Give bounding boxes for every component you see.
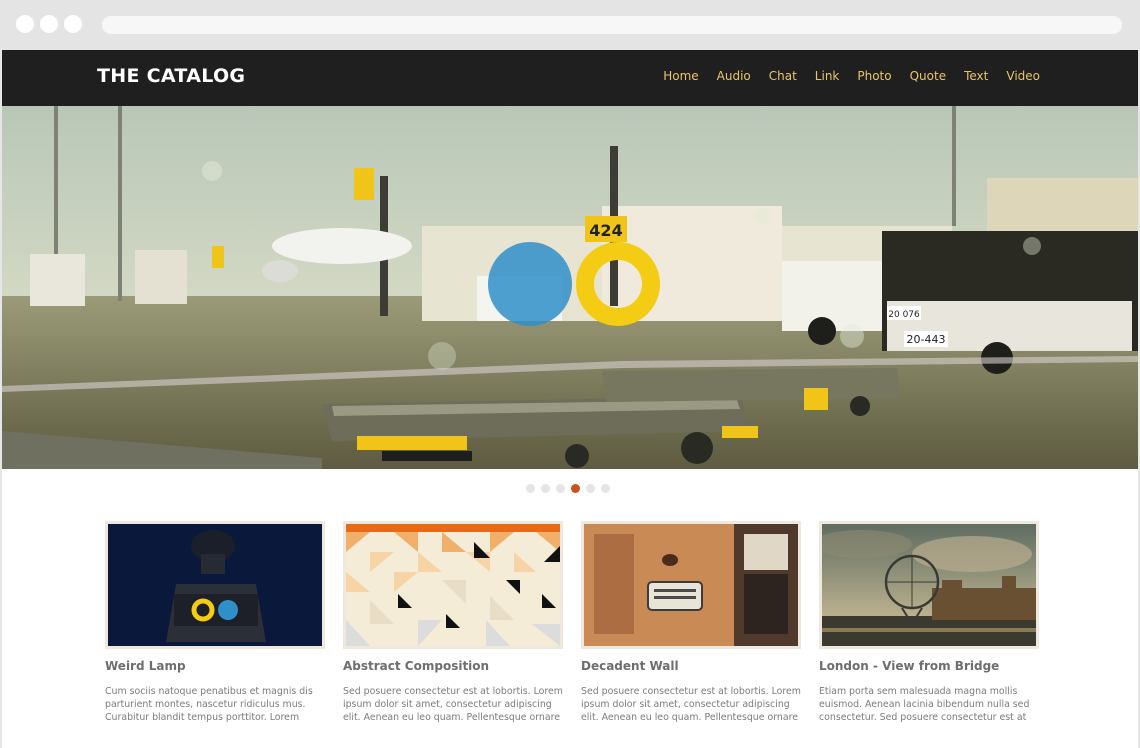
post-excerpt: Cum sociis natoque penatibus et magnis d… [105,686,313,723]
pager-dot[interactable] [601,484,610,493]
post-title[interactable]: Weird Lamp [105,659,325,673]
site-header: THE CATALOG Home Audio Chat Link Photo Q… [2,50,1138,106]
london-bridge-image [822,524,1036,646]
pager-dot[interactable] [556,484,565,493]
post-title[interactable]: Decadent Wall [581,659,801,673]
post-thumbnail[interactable] [581,521,801,649]
lamp-image [108,524,322,646]
post-excerpt: Etiam porta sem malesuada magna mollis e… [819,686,1030,723]
post-card: Decadent Wall Sed posuere consectetur es… [581,521,801,724]
post-title[interactable]: London - View from Bridge [819,659,1039,673]
post-card: London - View from Bridge Etiam porta se… [819,521,1039,724]
post-card: Weird Lamp Cum sociis natoque penatibus … [105,521,325,724]
address-bar[interactable] [102,16,1122,34]
site-title[interactable]: THE CATALOG [97,65,245,87]
nav-video[interactable]: Video [1006,69,1040,83]
pager-dot[interactable] [526,484,535,493]
main-nav: Home Audio Chat Link Photo Quote Text Vi… [663,69,1040,83]
pager-dot-active[interactable] [571,484,580,493]
slider-pager [526,484,610,493]
window-close-dot[interactable] [16,15,34,33]
window-minimize-dot[interactable] [40,15,58,33]
nav-text[interactable]: Text [964,69,988,83]
post-thumbnail[interactable] [343,521,563,649]
nav-photo[interactable]: Photo [857,69,891,83]
post-thumbnail[interactable] [105,521,325,649]
post-title[interactable]: Abstract Composition [343,659,563,673]
hero-image: 424 20 076 20-443 [2,106,1138,469]
svg-text:20-443: 20-443 [907,333,946,346]
page-viewport: THE CATALOG Home Audio Chat Link Photo Q… [2,50,1138,748]
decadent-wall-image [584,524,798,646]
post-thumbnail[interactable] [819,521,1039,649]
post-excerpt: Sed posuere consectetur est at lobortis.… [581,686,801,723]
pager-dot[interactable] [541,484,550,493]
abstract-composition-image [346,524,560,646]
svg-text:424: 424 [589,221,622,240]
nav-link[interactable]: Link [815,69,840,83]
nav-home[interactable]: Home [663,69,698,83]
nav-audio[interactable]: Audio [717,69,751,83]
blue-circle-icon [488,242,572,326]
nav-chat[interactable]: Chat [769,69,797,83]
window-zoom-dot[interactable] [64,15,82,33]
browser-chrome [0,0,1140,50]
post-card: Abstract Composition Sed posuere consect… [343,521,563,724]
pager-dot[interactable] [586,484,595,493]
post-excerpt: Sed posuere consectetur est at lobortis.… [343,686,563,723]
nav-quote[interactable]: Quote [910,69,946,83]
hero-slider[interactable]: 424 20 076 20-443 [2,106,1138,469]
svg-text:20 076: 20 076 [888,310,920,320]
post-grid: Weird Lamp Cum sociis natoque penatibus … [105,521,1039,724]
